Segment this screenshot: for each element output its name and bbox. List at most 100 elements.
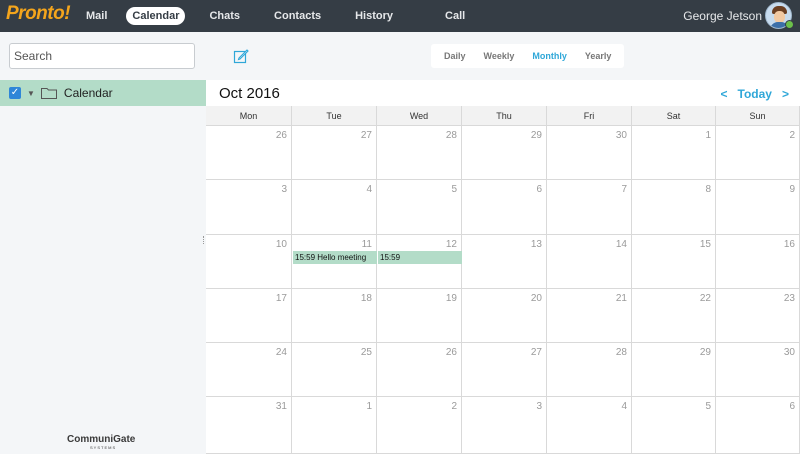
- day-cell[interactable]: 29: [462, 126, 547, 180]
- main-nav: Mail Calendar Chats Contacts History Call: [80, 0, 471, 32]
- day-number: 26: [275, 130, 287, 141]
- presence-status-icon: [785, 20, 794, 29]
- day-number: 7: [621, 184, 627, 195]
- day-number: 3: [536, 401, 542, 412]
- day-cell[interactable]: 6: [462, 180, 547, 235]
- day-cell[interactable]: 23: [716, 289, 800, 343]
- day-cell[interactable]: 13: [462, 235, 547, 289]
- day-cell[interactable]: 17: [206, 289, 292, 343]
- day-cell[interactable]: 30: [547, 126, 632, 180]
- day-number: 13: [530, 239, 542, 250]
- weekday-header: Sun: [716, 106, 800, 126]
- day-number: 30: [615, 130, 627, 141]
- calendar-checkbox[interactable]: ✓: [9, 87, 21, 99]
- day-number: 22: [699, 293, 711, 304]
- day-cell[interactable]: 2: [377, 397, 462, 454]
- day-number: 3: [281, 184, 287, 195]
- day-cell[interactable]: 20: [462, 289, 547, 343]
- day-number: 12: [445, 239, 457, 250]
- day-cell[interactable]: 24: [206, 343, 292, 397]
- weekday-header: Wed: [377, 106, 462, 126]
- day-cell[interactable]: 4: [547, 397, 632, 454]
- day-cell[interactable]: 22: [632, 289, 716, 343]
- day-number: 27: [530, 347, 542, 358]
- day-cell[interactable]: 2: [716, 126, 800, 180]
- day-number: 20: [530, 293, 542, 304]
- weekday-header: Sat: [632, 106, 716, 126]
- nav-item-calendar[interactable]: Calendar: [126, 7, 186, 25]
- day-number: 18: [360, 293, 372, 304]
- brand-subtitle: SYSTEMS: [90, 445, 117, 450]
- nav-item-history[interactable]: History: [349, 7, 399, 25]
- day-cell[interactable]: 28: [547, 343, 632, 397]
- day-number: 14: [615, 239, 627, 250]
- day-number: 28: [445, 130, 457, 141]
- day-number: 30: [783, 347, 795, 358]
- day-cell[interactable]: 1: [292, 397, 377, 454]
- day-cell[interactable]: 3: [206, 180, 292, 235]
- day-cell[interactable]: 5: [377, 180, 462, 235]
- day-number: 16: [783, 239, 795, 250]
- view-tab-daily[interactable]: Daily: [435, 51, 475, 61]
- day-cell[interactable]: 6: [716, 397, 800, 454]
- day-cell[interactable]: 4: [292, 180, 377, 235]
- day-cell[interactable]: 3: [462, 397, 547, 454]
- day-cell[interactable]: 27: [462, 343, 547, 397]
- calendar-event[interactable]: 15:59: [378, 251, 462, 264]
- day-number: 25: [360, 347, 372, 358]
- day-number: 19: [445, 293, 457, 304]
- day-cell[interactable]: 7: [547, 180, 632, 235]
- day-cell[interactable]: 9: [716, 180, 800, 235]
- compose-icon[interactable]: [233, 48, 249, 64]
- day-cell[interactable]: 10: [206, 235, 292, 289]
- day-cell[interactable]: 26: [377, 343, 462, 397]
- day-cell[interactable]: 21: [547, 289, 632, 343]
- day-number: 8: [705, 184, 711, 195]
- day-cell[interactable]: 19: [377, 289, 462, 343]
- day-cell[interactable]: 8: [632, 180, 716, 235]
- next-month-button[interactable]: >: [782, 87, 789, 101]
- sidebar-item-calendar[interactable]: ✓ ▼ Calendar: [0, 80, 206, 106]
- prev-month-button[interactable]: <: [721, 87, 728, 101]
- view-tab-weekly[interactable]: Weekly: [475, 51, 524, 61]
- day-cell[interactable]: 25: [292, 343, 377, 397]
- day-number: 6: [789, 401, 795, 412]
- day-cell[interactable]: 26: [206, 126, 292, 180]
- toolbar: DailyWeeklyMonthlyYearly: [0, 32, 800, 80]
- top-bar: Pronto! Mail Calendar Chats Contacts History…: [0, 0, 800, 32]
- nav-item-contacts[interactable]: Contacts: [268, 7, 327, 25]
- day-cell[interactable]: 14: [547, 235, 632, 289]
- weekday-header: Mon: [206, 106, 292, 126]
- day-cell[interactable]: 16: [716, 235, 800, 289]
- search-input[interactable]: [9, 43, 195, 69]
- nav-item-mail[interactable]: Mail: [80, 7, 113, 25]
- day-cell[interactable]: 27: [292, 126, 377, 180]
- day-cell[interactable]: 29: [632, 343, 716, 397]
- view-tab-yearly[interactable]: Yearly: [576, 51, 621, 61]
- app-logo[interactable]: Pronto!: [6, 3, 71, 25]
- nav-item-call[interactable]: Call: [439, 7, 471, 25]
- day-number: 5: [705, 401, 711, 412]
- view-tab-monthly[interactable]: Monthly: [523, 51, 576, 61]
- day-cell[interactable]: 5: [632, 397, 716, 454]
- nav-item-chats[interactable]: Chats: [203, 7, 246, 25]
- day-number: 29: [699, 347, 711, 358]
- chevron-down-icon[interactable]: ▼: [27, 89, 35, 98]
- today-button[interactable]: Today: [738, 87, 772, 101]
- day-cell[interactable]: 1: [632, 126, 716, 180]
- day-cell[interactable]: 18: [292, 289, 377, 343]
- calendar-event[interactable]: 15:59 Hello meeting: [293, 251, 377, 264]
- day-cell[interactable]: 30: [716, 343, 800, 397]
- day-cell[interactable]: 15: [632, 235, 716, 289]
- day-number: 4: [621, 401, 627, 412]
- weekday-header: Tue: [292, 106, 377, 126]
- weekday-header: Thu: [462, 106, 547, 126]
- day-number: 27: [360, 130, 372, 141]
- day-cell[interactable]: 28: [377, 126, 462, 180]
- weekday-header: Fri: [547, 106, 632, 126]
- sidebar: ✓ ▼ Calendar CommuniGate SYSTEMS: [0, 80, 206, 454]
- day-cell[interactable]: 31: [206, 397, 292, 454]
- user-name[interactable]: George Jetson: [683, 9, 762, 23]
- view-switcher: Daily Weekly Monthly Yearly: [431, 44, 625, 68]
- folder-icon: [40, 88, 57, 99]
